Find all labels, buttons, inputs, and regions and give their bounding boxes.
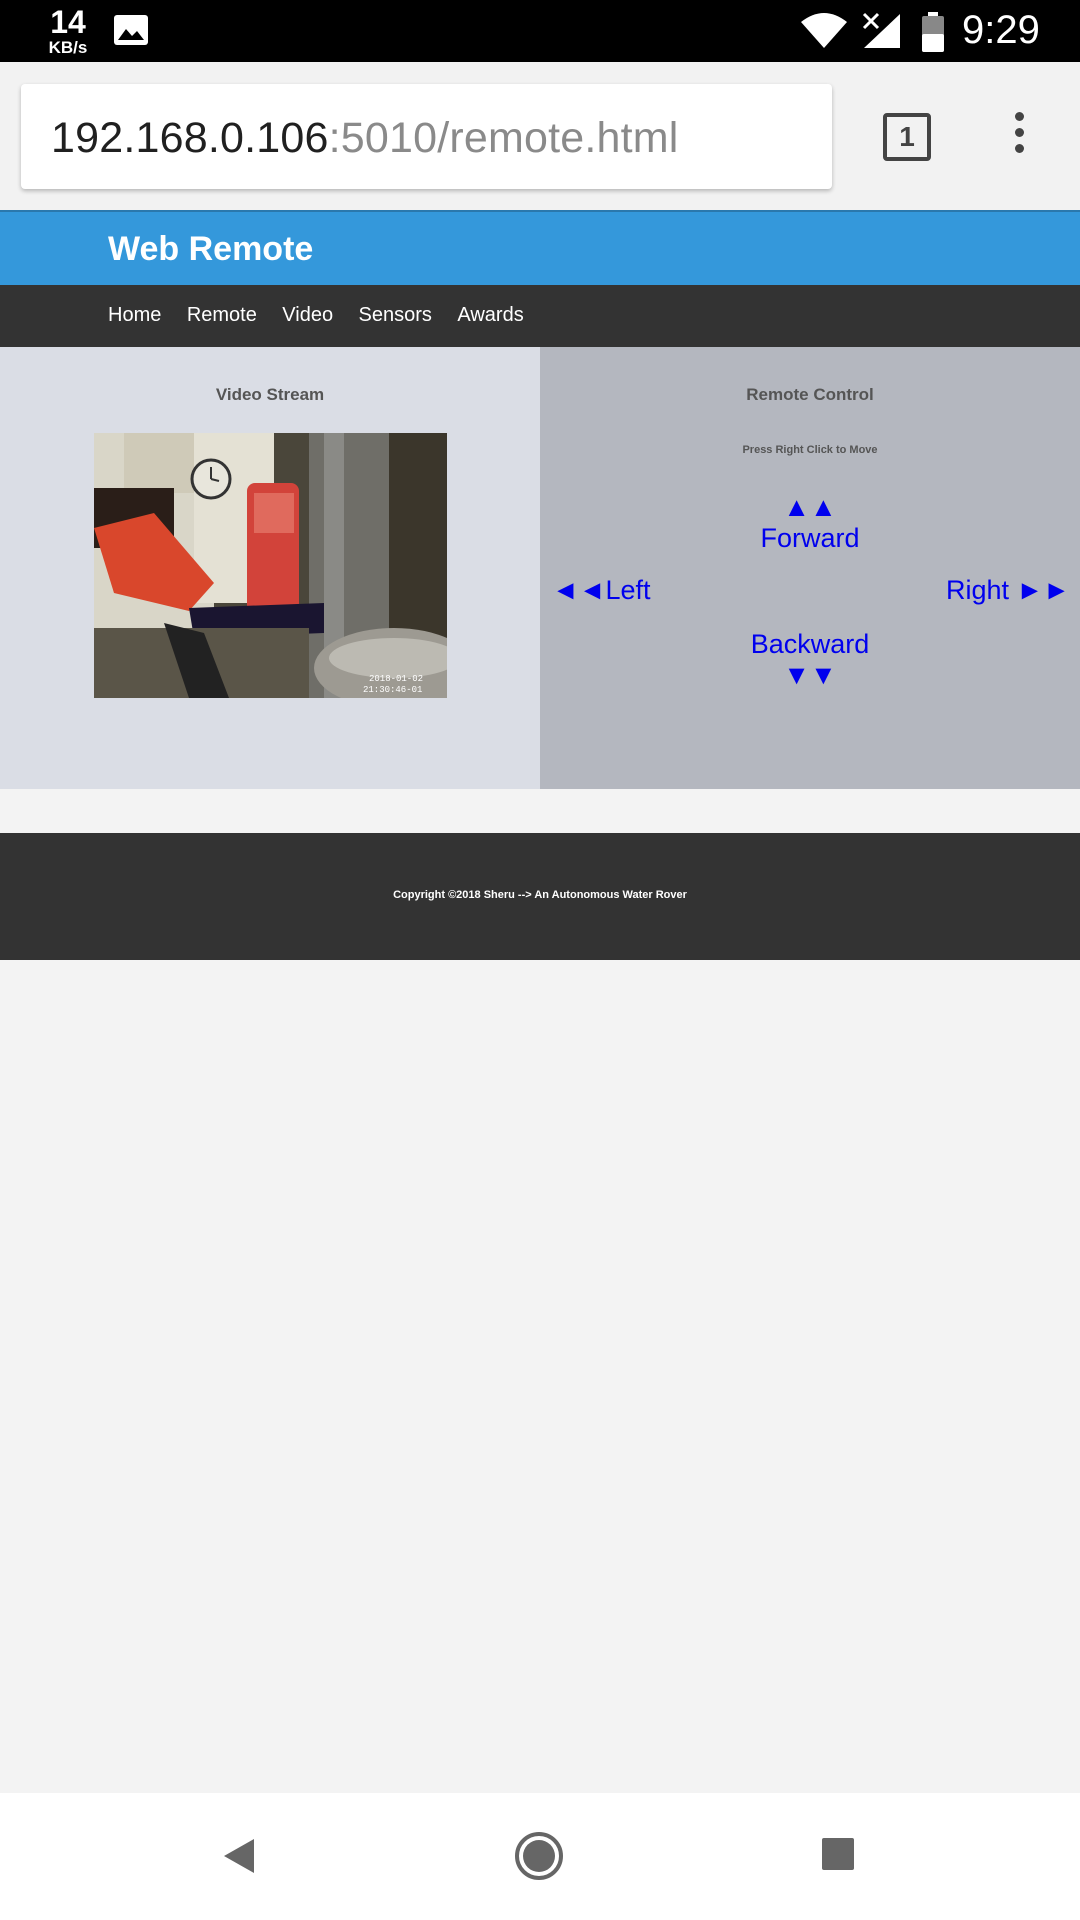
site-footer: Copyright ©2018 Sheru --> An Autonomous …	[0, 833, 1080, 960]
video-timestamp-date: 2018-01-02	[369, 674, 423, 684]
url-host: 192.168.0.106	[51, 114, 329, 162]
site-nav: Home Remote Video Sensors Awards	[0, 285, 1080, 347]
tab-switcher-button[interactable]: 1	[883, 113, 931, 161]
nav-home[interactable]: Home	[108, 304, 161, 327]
home-icon[interactable]	[514, 1831, 564, 1881]
nav-sensors[interactable]: Sensors	[359, 304, 432, 327]
nav-awards[interactable]: Awards	[457, 304, 523, 327]
url-text[interactable]: 192.168.0.106:5010/remote.html	[51, 114, 679, 163]
left-label: Left	[605, 575, 651, 605]
video-stream: 2018-01-02 21:30:46-01	[94, 433, 447, 698]
copyright-text: Copyright ©2018 Sheru --> An Autonomous …	[393, 889, 687, 901]
video-panel-title: Video Stream	[215, 385, 325, 404]
network-speed-unit: KB/s	[48, 38, 88, 57]
remote-panel: Remote Control Press Right Click to Move…	[540, 347, 1080, 789]
left-button[interactable]: ◄◄Left	[552, 575, 651, 606]
forward-label: Forward	[760, 523, 860, 553]
wifi-icon	[801, 13, 847, 48]
recents-icon[interactable]	[821, 1837, 855, 1871]
video-frame: 2018-01-02 21:30:46-01	[94, 433, 447, 698]
remote-panel-title: Remote Control	[746, 385, 874, 404]
right-button[interactable]: Right ►►	[946, 575, 1070, 606]
nav-video[interactable]: Video	[282, 304, 333, 327]
gallery-icon	[114, 15, 148, 45]
left-arrows-icon: ◄◄	[552, 575, 606, 605]
forward-button[interactable]: ▲▲ Forward	[540, 492, 1080, 554]
backward-arrows-icon: ▼▼	[783, 660, 837, 690]
site-header: Web Remote	[0, 210, 1080, 286]
right-label: Right	[946, 575, 1010, 605]
battery-icon	[922, 12, 944, 52]
browser-toolbar: 192.168.0.106:5010/remote.html 1	[0, 62, 1080, 210]
back-icon[interactable]	[222, 1837, 256, 1875]
overflow-menu-icon[interactable]	[1000, 112, 1038, 162]
forward-arrows-icon: ▲▲	[783, 492, 837, 522]
signal-icon	[862, 12, 900, 48]
clock: 9:29	[962, 8, 1040, 52]
address-bar[interactable]: 192.168.0.106:5010/remote.html	[21, 84, 832, 189]
remote-hint: Press Right Click to Move	[742, 444, 878, 456]
site-title: Web Remote	[108, 230, 314, 268]
network-speed-value: 14	[50, 4, 86, 40]
right-arrows-icon: ►►	[1016, 575, 1070, 605]
nav-remote[interactable]: Remote	[187, 304, 257, 327]
main-content: Video Stream 2018-01-02 21:30:46-01 Remo…	[0, 347, 1080, 789]
status-bar: 14 KB/s 9:29	[0, 0, 1080, 62]
system-nav-bar	[0, 1793, 1080, 1920]
video-timestamp-time: 21:30:46-01	[363, 685, 422, 695]
video-panel: Video Stream 2018-01-02 21:30:46-01	[0, 347, 540, 789]
url-path: :5010/remote.html	[328, 114, 679, 162]
backward-button[interactable]: Backward ▼▼	[540, 629, 1080, 691]
backward-label: Backward	[750, 629, 870, 659]
network-speed: 14 KB/s	[42, 6, 94, 56]
